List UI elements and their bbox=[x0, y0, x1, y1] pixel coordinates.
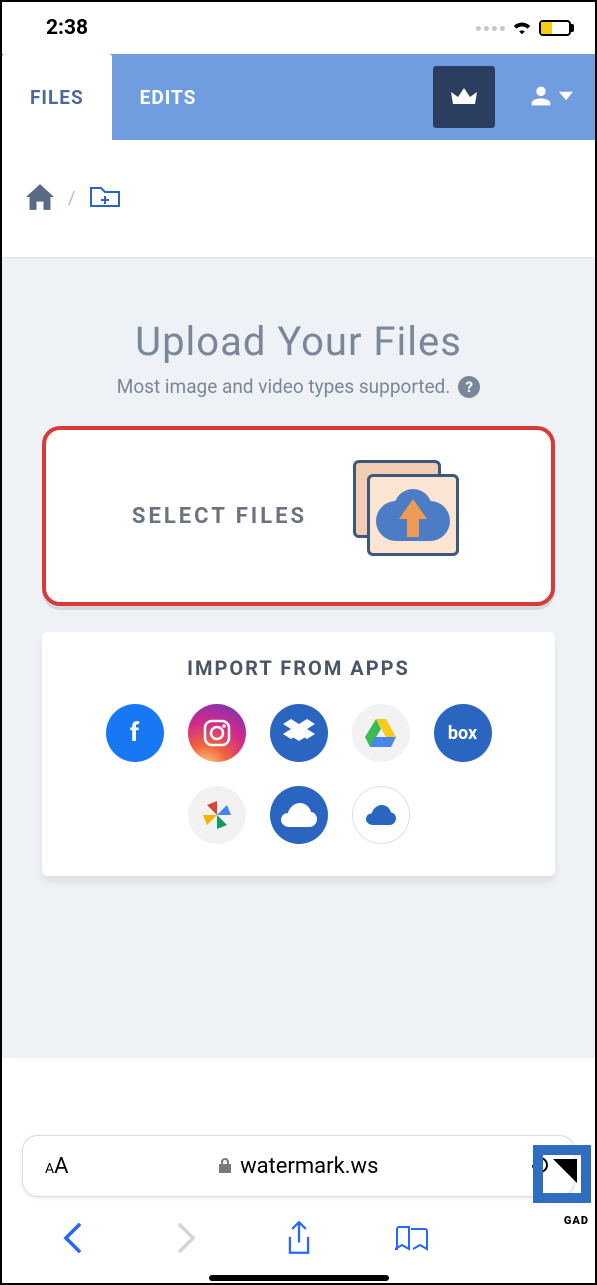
chevron-down-icon bbox=[559, 89, 573, 103]
content-area: Upload Your Files Most image and video t… bbox=[2, 258, 595, 1058]
status-bar: 2:38 bbox=[2, 2, 595, 54]
browser-address-bar[interactable]: AA watermark.ws bbox=[22, 1135, 575, 1197]
google-photos-icon[interactable] bbox=[188, 786, 246, 844]
help-icon[interactable]: ? bbox=[458, 376, 480, 398]
text-size-button[interactable]: AA bbox=[45, 1154, 69, 1179]
signal-dots-icon bbox=[476, 26, 505, 31]
onedrive-personal-icon[interactable] bbox=[352, 786, 410, 844]
import-title: IMPORT FROM APPS bbox=[62, 656, 535, 680]
select-files-button[interactable]: SELECT FILES bbox=[42, 426, 555, 606]
user-menu-button[interactable] bbox=[527, 82, 573, 110]
tab-files[interactable]: FILES bbox=[2, 54, 112, 140]
new-folder-icon[interactable] bbox=[89, 184, 121, 214]
status-right bbox=[476, 17, 571, 39]
upload-subtitle: Most image and video types supported. ? bbox=[42, 375, 555, 398]
share-button[interactable] bbox=[271, 1210, 327, 1266]
upload-graphic-icon bbox=[345, 456, 465, 576]
breadcrumb: / bbox=[2, 140, 595, 258]
breadcrumb-separator: / bbox=[68, 188, 75, 209]
battery-icon bbox=[539, 20, 571, 36]
url-display[interactable]: watermark.ws bbox=[69, 1154, 529, 1179]
google-drive-icon[interactable] bbox=[352, 704, 410, 762]
status-time: 2:38 bbox=[46, 16, 88, 40]
instagram-icon[interactable] bbox=[188, 704, 246, 762]
box-icon[interactable]: box bbox=[434, 704, 492, 762]
wifi-icon bbox=[511, 17, 533, 39]
dropbox-icon[interactable] bbox=[270, 704, 328, 762]
premium-button[interactable] bbox=[433, 66, 495, 128]
corner-watermark: GAD bbox=[509, 1145, 595, 1227]
back-button[interactable] bbox=[45, 1210, 101, 1266]
select-files-label: SELECT FILES bbox=[132, 504, 307, 529]
bookmarks-button[interactable] bbox=[384, 1210, 440, 1266]
upload-subtitle-text: Most image and video types supported. bbox=[117, 375, 451, 398]
tab-edits[interactable]: EDITS bbox=[112, 54, 225, 140]
home-icon[interactable] bbox=[26, 184, 54, 214]
corner-text: GAD bbox=[564, 1214, 589, 1227]
upload-title: Upload Your Files bbox=[42, 318, 555, 365]
crown-icon bbox=[450, 86, 478, 108]
browser-toolbar bbox=[2, 1205, 595, 1271]
home-indicator[interactable] bbox=[209, 1275, 389, 1281]
user-icon bbox=[527, 82, 555, 110]
lock-icon bbox=[218, 1154, 232, 1179]
url-text: watermark.ws bbox=[240, 1154, 378, 1179]
forward-button[interactable] bbox=[158, 1210, 214, 1266]
import-apps-card: IMPORT FROM APPS f box bbox=[42, 632, 555, 876]
app-header: FILES EDITS bbox=[2, 54, 595, 140]
onedrive-icon[interactable] bbox=[270, 786, 328, 844]
facebook-icon[interactable]: f bbox=[106, 704, 164, 762]
